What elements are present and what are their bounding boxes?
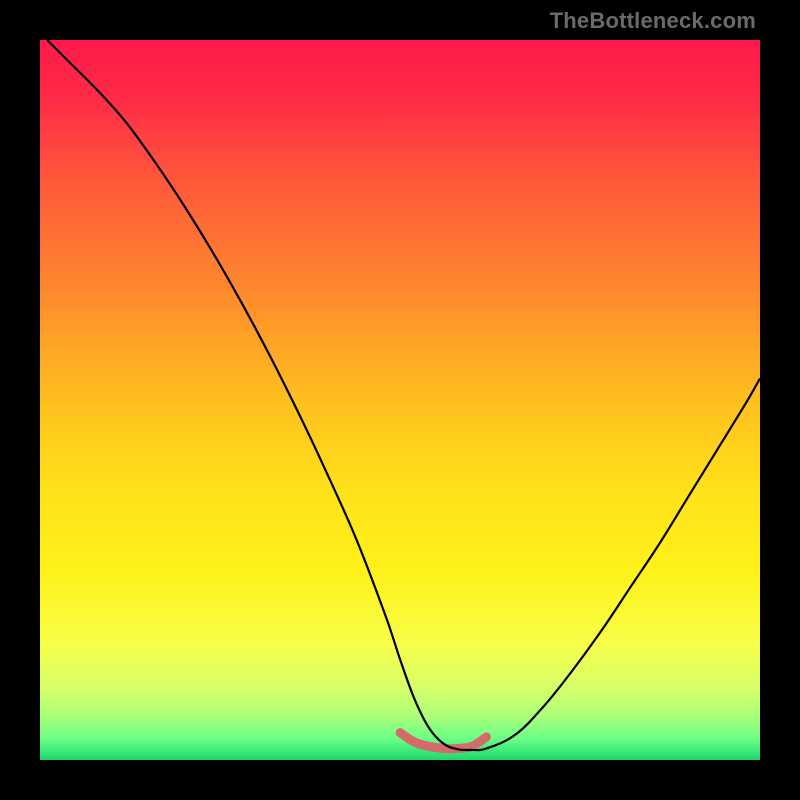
watermark-text: TheBottleneck.com [550,8,756,34]
curve-layer [40,40,760,760]
chart-frame: TheBottleneck.com [0,0,800,800]
bottleneck-curve [47,40,760,750]
plot-area [40,40,760,760]
valley-highlight [400,733,486,749]
